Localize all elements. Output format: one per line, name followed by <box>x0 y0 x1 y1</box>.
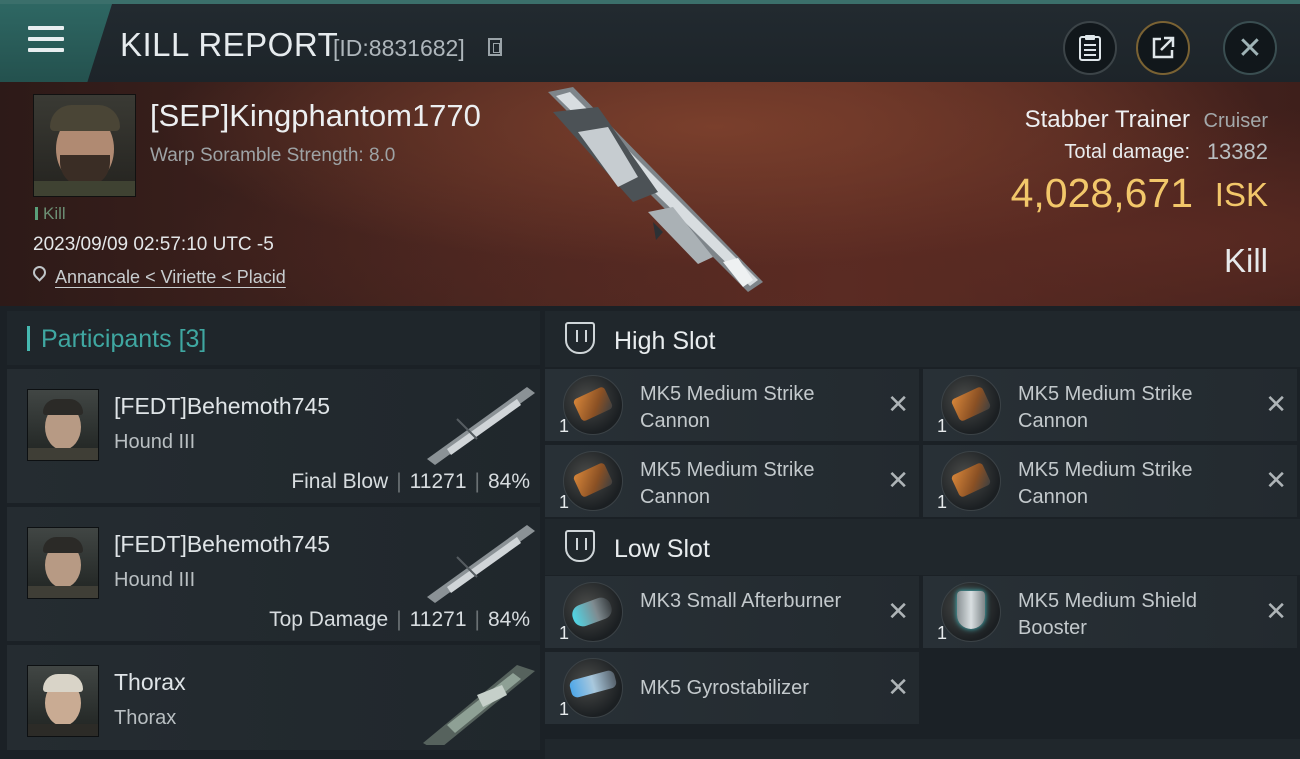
module-item[interactable]: 1 MK5 Medium Strike Cannon ✕ <box>923 445 1297 517</box>
module-name: MK5 Medium Strike Cannon <box>1018 459 1193 508</box>
menu-button[interactable] <box>0 4 112 82</box>
participants-label: Participants [3] <box>41 325 207 353</box>
module-quantity: 1 <box>559 623 570 643</box>
module-quantity: 1 <box>937 623 948 643</box>
total-damage-value: 13382 <box>1206 139 1268 164</box>
participant-name[interactable]: [FEDT]Behemoth745 <box>114 393 330 420</box>
kill-tag: Kill <box>35 204 66 224</box>
warp-scramble-strength: Warp Soramble Strength: 8.0 <box>150 145 396 166</box>
participant-row[interactable]: [FEDT]Behemoth745 Hound III Top Damage | 1… <box>7 507 540 641</box>
module-quantity: 1 <box>937 416 948 436</box>
close-icon[interactable]: ✕ <box>1265 596 1287 627</box>
page-title: KILL REPORT <box>120 26 339 63</box>
participant-portrait <box>27 665 99 737</box>
mid-slot-header-partial <box>545 739 1300 759</box>
victim-ship-image <box>548 87 763 292</box>
participant-row[interactable]: Thorax Thorax <box>7 645 540 750</box>
close-icon[interactable]: ✕ <box>887 672 909 703</box>
clipboard-icon <box>1079 35 1101 61</box>
close-icon: ✕ <box>1237 31 1263 65</box>
participant-damage: 11271 <box>409 608 467 631</box>
participant-stats: Final Blow | 11271 | 84% <box>291 470 530 493</box>
close-icon[interactable]: ✕ <box>1265 465 1287 496</box>
kill-result: Kill <box>1223 242 1268 279</box>
gyrostabilizer-icon <box>563 658 623 718</box>
participants-panel: Participants [3] [FEDT]Behemoth745 Hound… <box>7 311 540 750</box>
strike-cannon-icon <box>941 451 1001 511</box>
module-name: MK5 Gyrostabilizer <box>640 677 809 699</box>
module-name: MK5 Medium Strike Cannon <box>640 383 815 432</box>
victim-banner: [SEP]Kingphantom1770 Warp Soramble Stren… <box>0 82 1300 306</box>
close-icon[interactable]: ✕ <box>1265 389 1287 420</box>
participant-ship-image <box>423 665 535 745</box>
participant-role: Final Blow <box>291 470 389 493</box>
strike-cannon-icon <box>941 375 1001 435</box>
participant-ship: Thorax <box>114 707 177 729</box>
module-name: MK5 Medium Shield Booster <box>1018 590 1197 639</box>
participants-header: Participants [3] <box>7 311 540 365</box>
participant-name[interactable]: Thorax <box>114 669 186 696</box>
high-slot-title: High Slot <box>614 327 716 355</box>
close-button[interactable]: ✕ <box>1223 21 1277 75</box>
participant-ship-image <box>427 387 535 465</box>
victim-name[interactable]: [SEP]Kingphantom1770 <box>150 98 481 134</box>
module-quantity: 1 <box>559 699 570 719</box>
high-slot-icon <box>565 322 595 354</box>
afterburner-icon <box>563 582 623 642</box>
close-icon[interactable]: ✕ <box>887 389 909 420</box>
total-damage-label: Total damage: <box>1064 141 1190 163</box>
victim-portrait[interactable] <box>33 94 136 197</box>
close-icon[interactable]: ✕ <box>887 596 909 627</box>
participant-percent: 84% <box>487 470 530 493</box>
isk-value: 4,028,671 <box>1010 170 1193 216</box>
low-slot-icon <box>565 530 595 562</box>
module-item[interactable]: 1 MK5 Medium Strike Cannon ✕ <box>545 369 919 441</box>
report-id: [ID:8831682] <box>333 35 465 61</box>
share-icon <box>1152 36 1175 59</box>
top-bar: KILL REPORT [ID:8831682] ✕ <box>0 0 1300 82</box>
clipboard-button[interactable] <box>1063 21 1117 75</box>
participant-name[interactable]: [FEDT]Behemoth745 <box>114 531 330 558</box>
copy-icon[interactable] <box>488 38 502 56</box>
victim-ship-name[interactable]: Stabber Trainer <box>1025 106 1190 134</box>
strike-cannon-icon <box>563 451 623 511</box>
participant-ship: Hound III <box>114 569 196 591</box>
fitting-panel: High Slot 1 MK5 Medium Strike Cannon ✕ 1… <box>545 311 1300 759</box>
module-name: MK3 Small Afterburner <box>640 590 842 612</box>
low-slot-header: Low Slot <box>545 519 1300 575</box>
module-quantity: 1 <box>559 416 570 436</box>
participant-ship: Hound III <box>114 431 196 453</box>
module-quantity: 1 <box>559 492 570 512</box>
header-accent-bar <box>27 326 30 351</box>
isk-unit: ISK <box>1214 176 1268 213</box>
hamburger-icon <box>28 26 64 59</box>
close-icon[interactable]: ✕ <box>887 465 909 496</box>
participant-portrait <box>27 389 99 461</box>
participant-percent: 84% <box>487 608 530 631</box>
module-item[interactable]: 1 MK5 Gyrostabilizer ✕ <box>545 652 919 724</box>
module-name: MK5 Medium Strike Cannon <box>1018 383 1193 432</box>
share-button[interactable] <box>1136 21 1190 75</box>
low-slot-title: Low Slot <box>614 535 710 563</box>
participant-role: Top Damage <box>269 608 389 631</box>
participant-stats: Top Damage | 11271 | 84% <box>269 608 530 631</box>
high-slot-header: High Slot <box>545 311 1300 367</box>
module-item[interactable]: 1 MK5 Medium Strike Cannon ✕ <box>923 369 1297 441</box>
module-item[interactable]: 1 MK5 Medium Strike Cannon ✕ <box>545 445 919 517</box>
strike-cannon-icon <box>563 375 623 435</box>
participant-damage: 11271 <box>409 470 467 493</box>
kill-location-link[interactable]: Annancale < Viriette < Placid <box>55 267 286 288</box>
shield-booster-icon <box>941 582 1001 642</box>
participant-portrait <box>27 527 99 599</box>
participant-ship-image <box>427 525 535 603</box>
module-name: MK5 Medium Strike Cannon <box>640 459 815 508</box>
victim-ship-class: Cruiser <box>1203 110 1268 132</box>
module-item[interactable]: 1 MK5 Medium Shield Booster ✕ <box>923 576 1297 648</box>
module-quantity: 1 <box>937 492 948 512</box>
kill-timestamp: 2023/09/09 02:57:10 UTC -5 <box>33 234 274 255</box>
participant-row[interactable]: [FEDT]Behemoth745 Hound III Final Blow | 1… <box>7 369 540 503</box>
module-item[interactable]: 1 MK3 Small Afterburner ✕ <box>545 576 919 648</box>
location-pin-icon <box>30 263 49 282</box>
